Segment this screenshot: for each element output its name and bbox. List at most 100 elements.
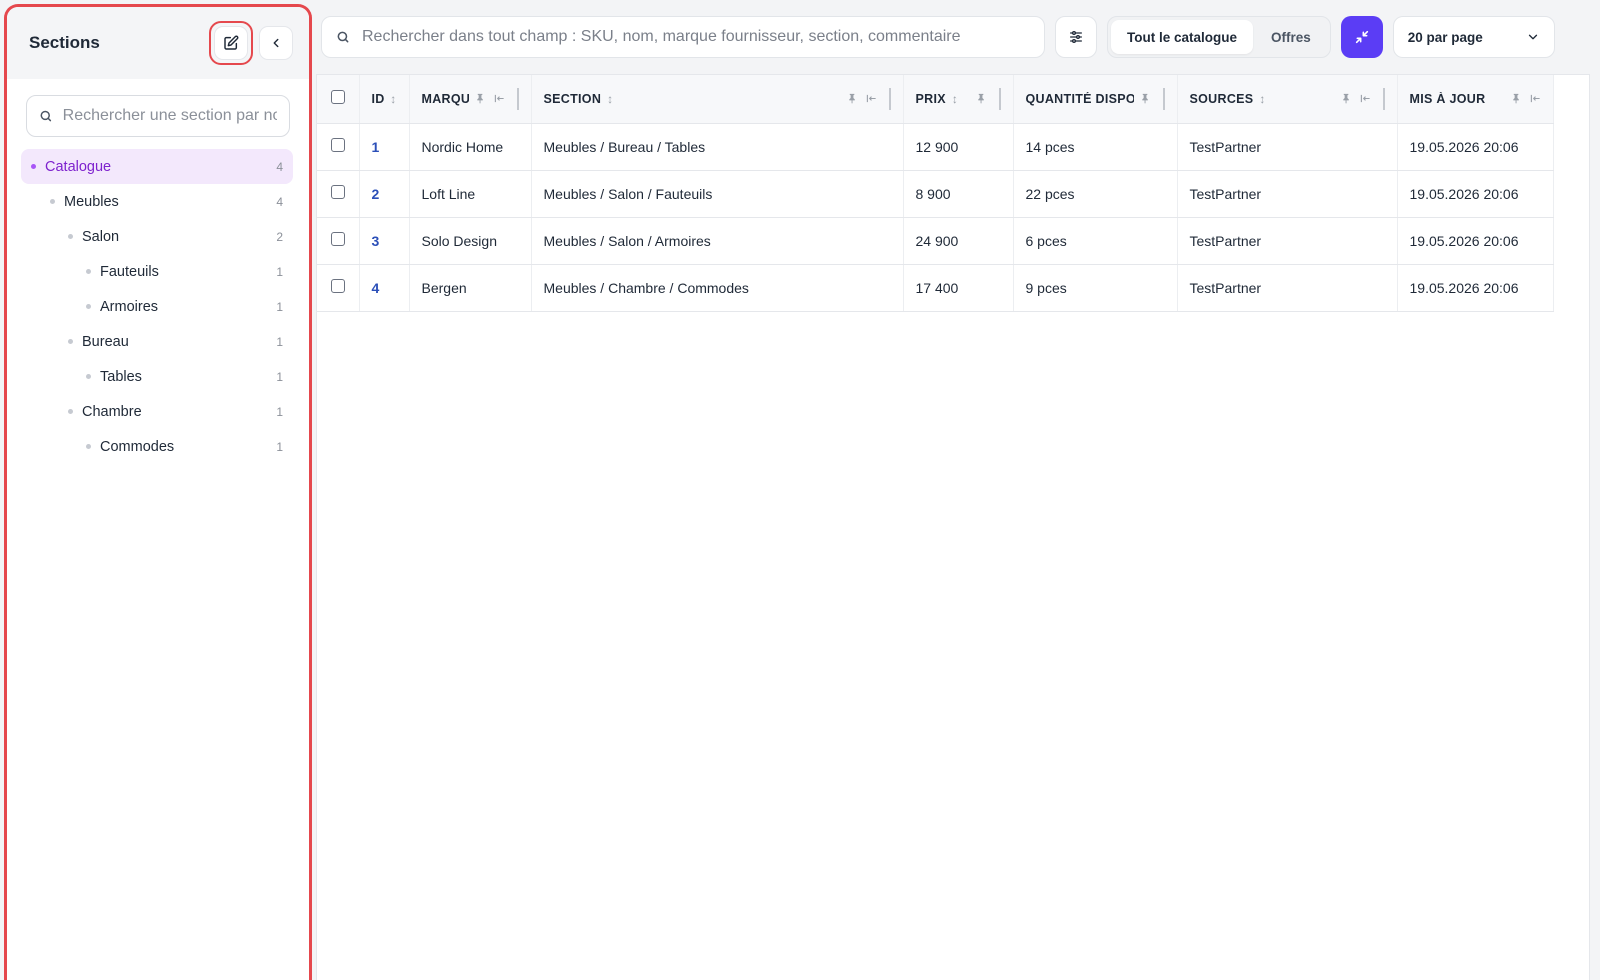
sidebar-search[interactable] xyxy=(26,95,290,137)
col-price[interactable]: PRIX ↕ xyxy=(903,75,1014,124)
column-resizer[interactable] xyxy=(1382,87,1385,110)
cell-sources: TestPartner xyxy=(1177,217,1398,265)
per-page-value: 20 par page xyxy=(1407,29,1483,45)
col-id-label: ID xyxy=(371,91,385,106)
bullet-dot xyxy=(68,234,73,239)
pin-left-icon[interactable] xyxy=(494,93,505,104)
bullet-dot xyxy=(50,199,55,204)
tree-item-count: 1 xyxy=(276,299,283,314)
column-resizer[interactable] xyxy=(888,87,891,110)
pin-icon[interactable] xyxy=(1341,93,1352,104)
filters-button[interactable] xyxy=(1055,16,1097,58)
tree-item-commodes[interactable]: Commodes 1 xyxy=(21,429,293,464)
section-search-input[interactable] xyxy=(62,107,277,125)
tree-item-count: 4 xyxy=(276,159,283,174)
tree-item-armoires[interactable]: Armoires 1 xyxy=(21,289,293,324)
tree-item-label: Salon xyxy=(82,228,120,245)
cell-quantity: 14 pces xyxy=(1013,123,1178,171)
cell-section: Meubles / Salon / Armoires xyxy=(531,217,904,265)
global-search[interactable] xyxy=(321,16,1045,58)
chevron-left-icon xyxy=(273,38,279,48)
cell-section: Meubles / Salon / Fauteuils xyxy=(531,170,904,218)
sort-icon[interactable]: ↕ xyxy=(390,92,396,106)
edit-icon-wrap[interactable] xyxy=(214,26,248,60)
pin-icon[interactable] xyxy=(976,93,987,104)
sidebar-search-wrap xyxy=(7,79,309,149)
col-quantity[interactable]: QUANTITÉ DISPON xyxy=(1013,75,1178,124)
search-icon xyxy=(337,31,349,43)
row-checkbox[interactable] xyxy=(330,279,345,293)
column-resizer[interactable] xyxy=(516,87,519,110)
tree-item-catalogue[interactable]: Catalogue 4 xyxy=(21,149,293,184)
cell-quantity: 6 pces xyxy=(1013,217,1178,265)
sort-icon[interactable]: ↕ xyxy=(607,92,613,106)
col-updated[interactable]: MIS À JOUR xyxy=(1397,75,1554,124)
col-brand[interactable]: MARQU xyxy=(409,75,532,124)
col-sources[interactable]: SOURCES ↕ xyxy=(1177,75,1398,124)
bullet-dot xyxy=(68,339,73,344)
pin-left-icon[interactable] xyxy=(866,93,877,104)
products-table-panel: ID ↕ MARQU SECTION ↕ PRIX ↕ QUANTITÉ DISPON… xyxy=(316,74,1590,980)
table-row[interactable]: 3 Solo Design Meubles / Salon / Armoires… xyxy=(317,217,1554,265)
tree-item-count: 2 xyxy=(276,229,283,244)
pin-left-icon[interactable] xyxy=(1530,93,1541,104)
pin-left-icon[interactable] xyxy=(1360,93,1371,104)
select-all-cell xyxy=(317,75,360,124)
tree-item-fauteuils[interactable]: Fauteuils 1 xyxy=(21,254,293,289)
sort-icon[interactable]: ↕ xyxy=(1259,92,1265,106)
cell-price: 8 900 xyxy=(903,170,1014,218)
col-quantity-label: QUANTITÉ DISPON xyxy=(1025,91,1134,106)
row-select-cell xyxy=(317,123,360,171)
tree-item-label: Chambre xyxy=(82,403,142,420)
tree-item-salon[interactable]: Salon 2 xyxy=(21,219,293,254)
tree-item-chambre[interactable]: Chambre 1 xyxy=(21,394,293,429)
cell-sources: TestPartner xyxy=(1177,264,1398,312)
tree-item-bureau[interactable]: Bureau 1 xyxy=(21,324,293,359)
cell-id-link[interactable]: 4 xyxy=(359,264,410,312)
column-resizer[interactable] xyxy=(998,87,1001,110)
pin-icon[interactable] xyxy=(1140,93,1151,104)
cell-quantity: 22 pces xyxy=(1013,170,1178,218)
chevron-down-icon xyxy=(1528,34,1537,40)
catalog-mode-toggle: Tout le catalogue Offres xyxy=(1107,16,1331,58)
table-row[interactable]: 2 Loft Line Meubles / Salon / Fauteuils … xyxy=(317,170,1554,218)
per-page-select[interactable]: 20 par page xyxy=(1392,16,1555,58)
cell-sources: TestPartner xyxy=(1177,170,1398,218)
pin-icon[interactable] xyxy=(847,93,858,104)
tree-item-label: Catalogue xyxy=(45,158,112,175)
row-checkbox[interactable] xyxy=(330,232,345,246)
tab-all-catalog[interactable]: Tout le catalogue xyxy=(1111,20,1254,54)
tree-item-tables[interactable]: Tables 1 xyxy=(21,359,293,394)
pin-icon[interactable] xyxy=(475,93,486,104)
row-checkbox[interactable] xyxy=(330,185,345,199)
select-all-checkbox[interactable] xyxy=(330,90,345,105)
compact-view-button[interactable] xyxy=(1340,16,1383,58)
tree-item-label: Bureau xyxy=(82,333,129,350)
pin-icon[interactable] xyxy=(1511,93,1522,104)
cell-id-link[interactable]: 2 xyxy=(359,170,410,218)
column-resizer[interactable] xyxy=(1162,87,1165,110)
bullet-dot xyxy=(68,409,73,414)
col-section-label: SECTION xyxy=(543,91,602,106)
tree-item-label: Armoires xyxy=(100,298,159,315)
sort-icon[interactable]: ↕ xyxy=(952,92,958,106)
col-section[interactable]: SECTION ↕ xyxy=(531,75,904,124)
cell-id-link[interactable]: 1 xyxy=(359,123,410,171)
tree-item-meubles[interactable]: Meubles 4 xyxy=(21,184,293,219)
collapse-sidebar-button[interactable] xyxy=(259,26,293,60)
table-row[interactable]: 4 Bergen Meubles / Chambre / Commodes 17… xyxy=(317,264,1554,312)
table-row[interactable]: 1 Nordic Home Meubles / Bureau / Tables … xyxy=(317,123,1554,171)
app: Sections Catalogue 4 Meubles 4 Salon 2 Faut… xyxy=(0,0,1600,980)
row-checkbox[interactable] xyxy=(330,138,345,152)
cell-section: Meubles / Bureau / Tables xyxy=(531,123,904,171)
tree-item-count: 1 xyxy=(276,439,283,454)
global-search-input[interactable] xyxy=(362,28,1022,46)
col-id[interactable]: ID ↕ xyxy=(359,75,410,124)
bullet-dot xyxy=(31,164,36,169)
col-sources-label: SOURCES xyxy=(1189,91,1254,106)
main-content: Tout le catalogue Offres 20 par page ID xyxy=(316,0,1600,980)
sidebar-title: Sections xyxy=(29,33,100,52)
cell-id-link[interactable]: 3 xyxy=(359,217,410,265)
tab-offers[interactable]: Offres xyxy=(1255,20,1327,54)
edit-sections-button[interactable] xyxy=(209,21,253,65)
